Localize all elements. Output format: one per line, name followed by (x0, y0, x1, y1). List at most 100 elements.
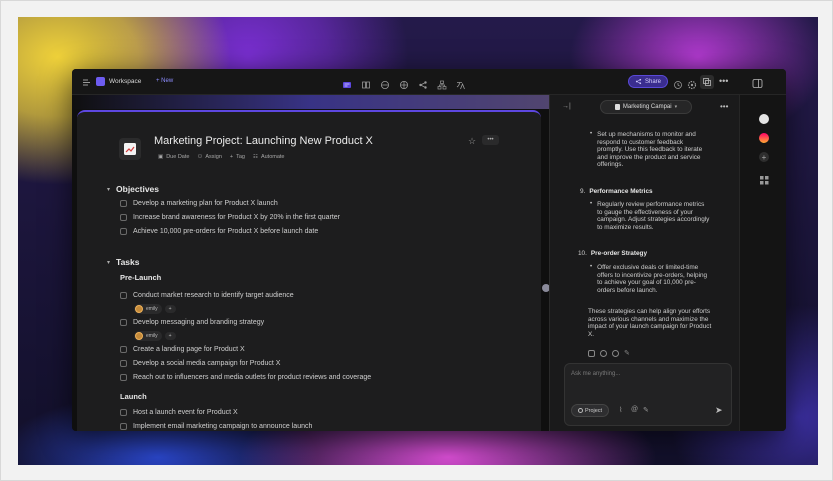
due-date-label: Due Date (166, 154, 190, 160)
globe-icon[interactable] (380, 77, 390, 89)
task-item[interactable]: Create a landing page for Product X (120, 346, 245, 353)
task-item[interactable]: Host a launch event for Product X (120, 409, 238, 416)
checkbox[interactable] (120, 319, 127, 326)
sidebar-toggle-icon[interactable] (81, 77, 91, 87)
layers-icon[interactable] (700, 75, 714, 89)
objectives-heading-row[interactable]: ▾ Objectives (107, 184, 159, 194)
chevron-down-icon: ▾ (674, 104, 678, 110)
workspace-avatar-icon (96, 77, 105, 86)
tools-icon[interactable]: ✎ (643, 406, 649, 414)
chat-more-icon[interactable]: ••• (720, 102, 728, 111)
assignee-chip[interactable]: emily (134, 304, 162, 314)
checkbox[interactable] (120, 214, 127, 221)
chat-messages: • Set up mechanisms to monitor and respo… (550, 121, 740, 361)
checkbox[interactable] (120, 228, 127, 235)
share-nodes-icon[interactable] (418, 77, 428, 89)
automate-icon: ☷ (253, 154, 258, 160)
sitemap-icon[interactable] (437, 77, 447, 90)
task-item[interactable]: Reach out to influencers and media outle… (120, 374, 371, 381)
chat-summary: These strategies can help align your eff… (588, 308, 712, 338)
project-label: Project (584, 407, 603, 414)
automate-label: Automate (260, 154, 285, 160)
chat-input[interactable]: Ask me anything... (571, 371, 620, 377)
gradient-app-icon[interactable] (759, 133, 769, 143)
chat-title-dropdown[interactable]: Marketing Campai ▾ (600, 100, 692, 114)
insert-icon[interactable] (612, 349, 619, 357)
checkbox[interactable] (120, 346, 127, 353)
page-icon[interactable] (342, 77, 352, 88)
new-button[interactable]: + New (156, 78, 173, 84)
add-assignee-button[interactable]: + (164, 305, 176, 313)
checkbox[interactable] (120, 200, 127, 207)
send-icon[interactable]: ➤ (715, 405, 723, 416)
checkbox[interactable] (120, 374, 127, 381)
item-number: 10. (578, 250, 587, 257)
collapse-panel-icon[interactable]: →| (562, 103, 571, 110)
star-icon[interactable]: ☆ (468, 136, 476, 147)
due-date-button[interactable]: ▣ Due Date (158, 154, 189, 160)
item-title: Performance Metrics (589, 188, 653, 195)
checkbox[interactable] (120, 292, 127, 299)
panel-toggle-icon[interactable] (752, 76, 763, 88)
assign-button[interactable]: ⚇ Assign (197, 154, 221, 160)
chart-icon (124, 143, 136, 155)
chevron-down-icon: ▾ (107, 259, 111, 266)
launch-heading: Launch (120, 392, 147, 401)
attach-icon[interactable]: ⌇ (619, 406, 622, 414)
task-text: Conduct market research to identify targ… (133, 292, 294, 299)
task-item[interactable]: Develop a social media campaign for Prod… (120, 360, 280, 367)
objective-item[interactable]: Achieve 10,000 pre-orders for Product X … (120, 228, 318, 235)
tag-button[interactable]: + Tag (230, 154, 245, 160)
translate-icon[interactable] (456, 77, 466, 90)
task-meta: emily + (134, 304, 176, 314)
workspace-label[interactable]: Workspace (109, 78, 141, 85)
settings-icon[interactable] (687, 77, 697, 90)
thumbs-icon[interactable]: ✎ (624, 349, 630, 357)
grid-globe-icon[interactable] (399, 77, 409, 89)
tasks-heading-row[interactable]: ▾ Tasks (107, 257, 140, 267)
message-actions: ✎ (588, 349, 630, 357)
history-icon[interactable] (673, 77, 683, 89)
at-icon[interactable]: @ (631, 406, 638, 413)
objective-text: Develop a marketing plan for Product X l… (133, 200, 278, 207)
task-text: Develop a social media campaign for Prod… (133, 360, 281, 367)
refresh-icon[interactable] (600, 349, 607, 357)
checkbox[interactable] (120, 409, 127, 416)
task-item[interactable]: Implement email marketing campaign to an… (120, 423, 312, 430)
person-icon: ⚇ (197, 154, 203, 160)
share-button[interactable]: Share (628, 75, 668, 88)
project-button[interactable]: Project (571, 404, 609, 417)
doc-more-button[interactable]: ••• (482, 135, 499, 145)
more-icon[interactable]: ••• (719, 76, 728, 86)
chat-bullet-text: Offer exclusive deals or limited-time of… (597, 264, 708, 294)
chat-bullet-text: Regularly review performance metrics to … (597, 201, 710, 231)
add-app-icon[interactable]: + (759, 152, 769, 162)
assign-label: Assign (205, 154, 222, 160)
apps-grid-icon[interactable] (760, 172, 769, 185)
task-text: Implement email marketing campaign to an… (133, 423, 313, 430)
book-icon[interactable] (361, 77, 371, 89)
objective-item[interactable]: Develop a marketing plan for Product X l… (120, 200, 278, 207)
doc-toolbar: ▣ Due Date ⚇ Assign + Tag ☷ Automate (158, 154, 284, 160)
checkbox[interactable] (120, 360, 127, 367)
add-assignee-button[interactable]: + (164, 332, 176, 340)
copy-icon[interactable] (588, 349, 595, 357)
page-title[interactable]: Marketing Project: Launching New Product… (154, 135, 373, 147)
assignee-name: emily (146, 306, 158, 312)
checkbox[interactable] (120, 423, 127, 430)
automate-button[interactable]: ☷ Automate (253, 154, 284, 160)
chat-list-item: 9. Performance Metrics (580, 188, 653, 196)
project-icon (577, 408, 583, 413)
chat-bullet: • Set up mechanisms to monitor and respo… (590, 131, 710, 169)
task-item[interactable]: Develop messaging and branding strategy (120, 319, 264, 326)
chat-composer: Ask me anything... Project ⌇ @ ✎ ➤ (564, 363, 732, 426)
tasks-heading: Tasks (116, 257, 140, 267)
task-item[interactable]: Conduct market research to identify targ… (120, 292, 294, 299)
screenshot-frame: Workspace + New Share ••• Marketing Proj… (0, 0, 833, 481)
assignee-chip[interactable]: emily (134, 331, 162, 341)
avatar (135, 305, 143, 313)
app-window: Workspace + New Share ••• Marketing Proj… (72, 69, 786, 431)
editor-area: Marketing Project: Launching New Product… (72, 95, 550, 431)
assistant-icon[interactable] (759, 114, 769, 124)
objective-item[interactable]: Increase brand awareness for Product X b… (120, 214, 340, 221)
